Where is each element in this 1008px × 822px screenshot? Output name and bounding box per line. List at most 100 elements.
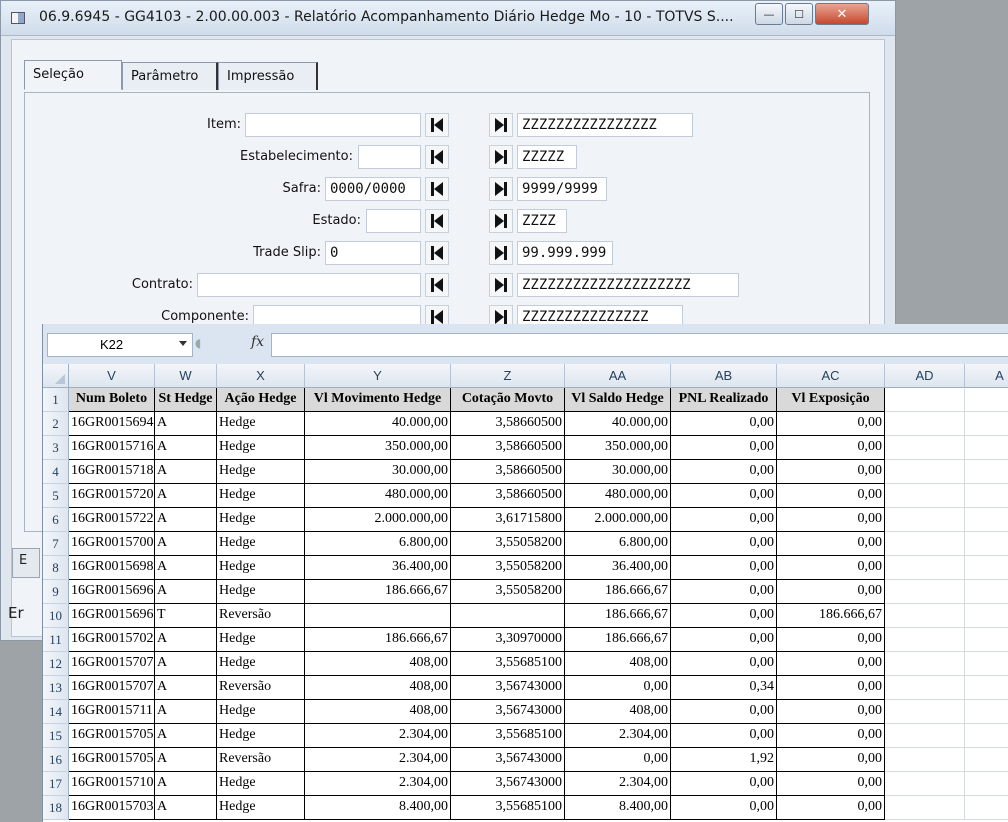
table-cell[interactable]: 0,00: [777, 580, 885, 604]
table-header-cell[interactable]: PNL Realizado: [671, 388, 777, 412]
table-cell[interactable]: Hedge: [217, 796, 305, 820]
table-cell[interactable]: 16GR0015707: [69, 652, 155, 676]
empty-cell[interactable]: [885, 388, 965, 412]
column-header[interactable]: V: [69, 364, 155, 388]
range-from-input[interactable]: [245, 113, 421, 137]
empty-cell[interactable]: [965, 748, 1008, 772]
table-cell[interactable]: Hedge: [217, 580, 305, 604]
table-cell[interactable]: 2.000.000,00: [305, 508, 451, 532]
table-cell[interactable]: 16GR0015707: [69, 676, 155, 700]
last-value-button[interactable]: [489, 241, 513, 265]
empty-cell[interactable]: [885, 556, 965, 580]
table-cell[interactable]: 36.400,00: [305, 556, 451, 580]
row-header[interactable]: 2: [43, 412, 69, 436]
table-cell[interactable]: 408,00: [305, 676, 451, 700]
maximize-button[interactable]: ☐: [785, 3, 813, 25]
table-cell[interactable]: A: [155, 700, 217, 724]
empty-cell[interactable]: [885, 724, 965, 748]
column-header[interactable]: X: [217, 364, 305, 388]
range-to-input[interactable]: 9999/9999: [517, 177, 607, 201]
empty-cell[interactable]: [965, 676, 1008, 700]
table-cell[interactable]: 0,00: [671, 412, 777, 436]
empty-cell[interactable]: [965, 604, 1008, 628]
empty-cell[interactable]: [885, 412, 965, 436]
empty-cell[interactable]: [965, 796, 1008, 820]
table-cell[interactable]: Hedge: [217, 532, 305, 556]
last-value-button[interactable]: [489, 273, 513, 297]
empty-cell[interactable]: [965, 388, 1008, 412]
table-cell[interactable]: 0,00: [777, 676, 885, 700]
table-cell[interactable]: Hedge: [217, 700, 305, 724]
table-cell[interactable]: Hedge: [217, 772, 305, 796]
table-cell[interactable]: 0,00: [671, 700, 777, 724]
table-cell[interactable]: 408,00: [305, 652, 451, 676]
empty-cell[interactable]: [965, 700, 1008, 724]
empty-cell[interactable]: [885, 700, 965, 724]
table-cell[interactable]: 16GR0015700: [69, 532, 155, 556]
table-cell[interactable]: 0,00: [671, 604, 777, 628]
empty-cell[interactable]: [965, 652, 1008, 676]
table-header-cell[interactable]: Num Boleto: [69, 388, 155, 412]
table-cell[interactable]: 0,00: [671, 508, 777, 532]
empty-cell[interactable]: [885, 772, 965, 796]
expand-handle[interactable]: ◖: [195, 336, 211, 354]
table-cell[interactable]: 3,58660500: [451, 436, 565, 460]
empty-cell[interactable]: [885, 460, 965, 484]
last-value-button[interactable]: [489, 113, 513, 137]
range-from-input[interactable]: [197, 273, 421, 297]
table-cell[interactable]: 408,00: [305, 700, 451, 724]
row-header[interactable]: 7: [43, 532, 69, 556]
table-cell[interactable]: 3,30970000: [451, 628, 565, 652]
table-cell[interactable]: Hedge: [217, 556, 305, 580]
row-header[interactable]: 5: [43, 484, 69, 508]
table-cell[interactable]: 0,00: [777, 412, 885, 436]
minimize-button[interactable]: —: [755, 3, 783, 25]
table-cell[interactable]: 2.304,00: [565, 724, 671, 748]
empty-cell[interactable]: [885, 436, 965, 460]
table-header-cell[interactable]: Vl Saldo Hedge: [565, 388, 671, 412]
row-header[interactable]: 8: [43, 556, 69, 580]
empty-cell[interactable]: [965, 628, 1008, 652]
table-cell[interactable]: 16GR0015718: [69, 460, 155, 484]
table-cell[interactable]: 3,56743000: [451, 700, 565, 724]
table-cell[interactable]: Reversão: [217, 748, 305, 772]
table-cell[interactable]: Reversão: [217, 604, 305, 628]
table-cell[interactable]: 408,00: [565, 652, 671, 676]
row-header[interactable]: 13: [43, 676, 69, 700]
column-header[interactable]: AB: [671, 364, 777, 388]
table-cell[interactable]: 0,00: [671, 556, 777, 580]
table-cell[interactable]: Hedge: [217, 460, 305, 484]
table-cell[interactable]: Hedge: [217, 412, 305, 436]
empty-cell[interactable]: [965, 772, 1008, 796]
table-cell[interactable]: 3,55685100: [451, 796, 565, 820]
row-header[interactable]: 15: [43, 724, 69, 748]
table-cell[interactable]: 16GR0015696: [69, 580, 155, 604]
row-header[interactable]: 10: [43, 604, 69, 628]
table-cell[interactable]: 40.000,00: [305, 412, 451, 436]
table-cell[interactable]: 0,00: [777, 652, 885, 676]
table-cell[interactable]: 2.304,00: [565, 772, 671, 796]
table-cell[interactable]: 3,55058200: [451, 556, 565, 580]
table-cell[interactable]: 0,00: [777, 556, 885, 580]
table-cell[interactable]: 0,00: [671, 724, 777, 748]
first-value-button[interactable]: [425, 177, 449, 201]
empty-cell[interactable]: [885, 628, 965, 652]
table-cell[interactable]: 0,00: [565, 676, 671, 700]
table-cell[interactable]: 186.666,67: [565, 580, 671, 604]
table-cell[interactable]: 186.666,67: [777, 604, 885, 628]
table-cell[interactable]: 30.000,00: [305, 460, 451, 484]
table-cell[interactable]: 3,58660500: [451, 460, 565, 484]
empty-cell[interactable]: [965, 460, 1008, 484]
table-cell[interactable]: 2.304,00: [305, 772, 451, 796]
column-header[interactable]: A: [965, 364, 1008, 388]
table-cell[interactable]: 0,00: [777, 508, 885, 532]
table-cell[interactable]: 6.800,00: [305, 532, 451, 556]
first-value-button[interactable]: [425, 241, 449, 265]
table-cell[interactable]: A: [155, 724, 217, 748]
table-cell[interactable]: A: [155, 556, 217, 580]
table-cell[interactable]: 0,00: [777, 700, 885, 724]
table-header-cell[interactable]: St Hedge: [155, 388, 217, 412]
table-cell[interactable]: 16GR0015710: [69, 772, 155, 796]
table-cell[interactable]: 408,00: [565, 700, 671, 724]
table-cell[interactable]: 16GR0015711: [69, 700, 155, 724]
